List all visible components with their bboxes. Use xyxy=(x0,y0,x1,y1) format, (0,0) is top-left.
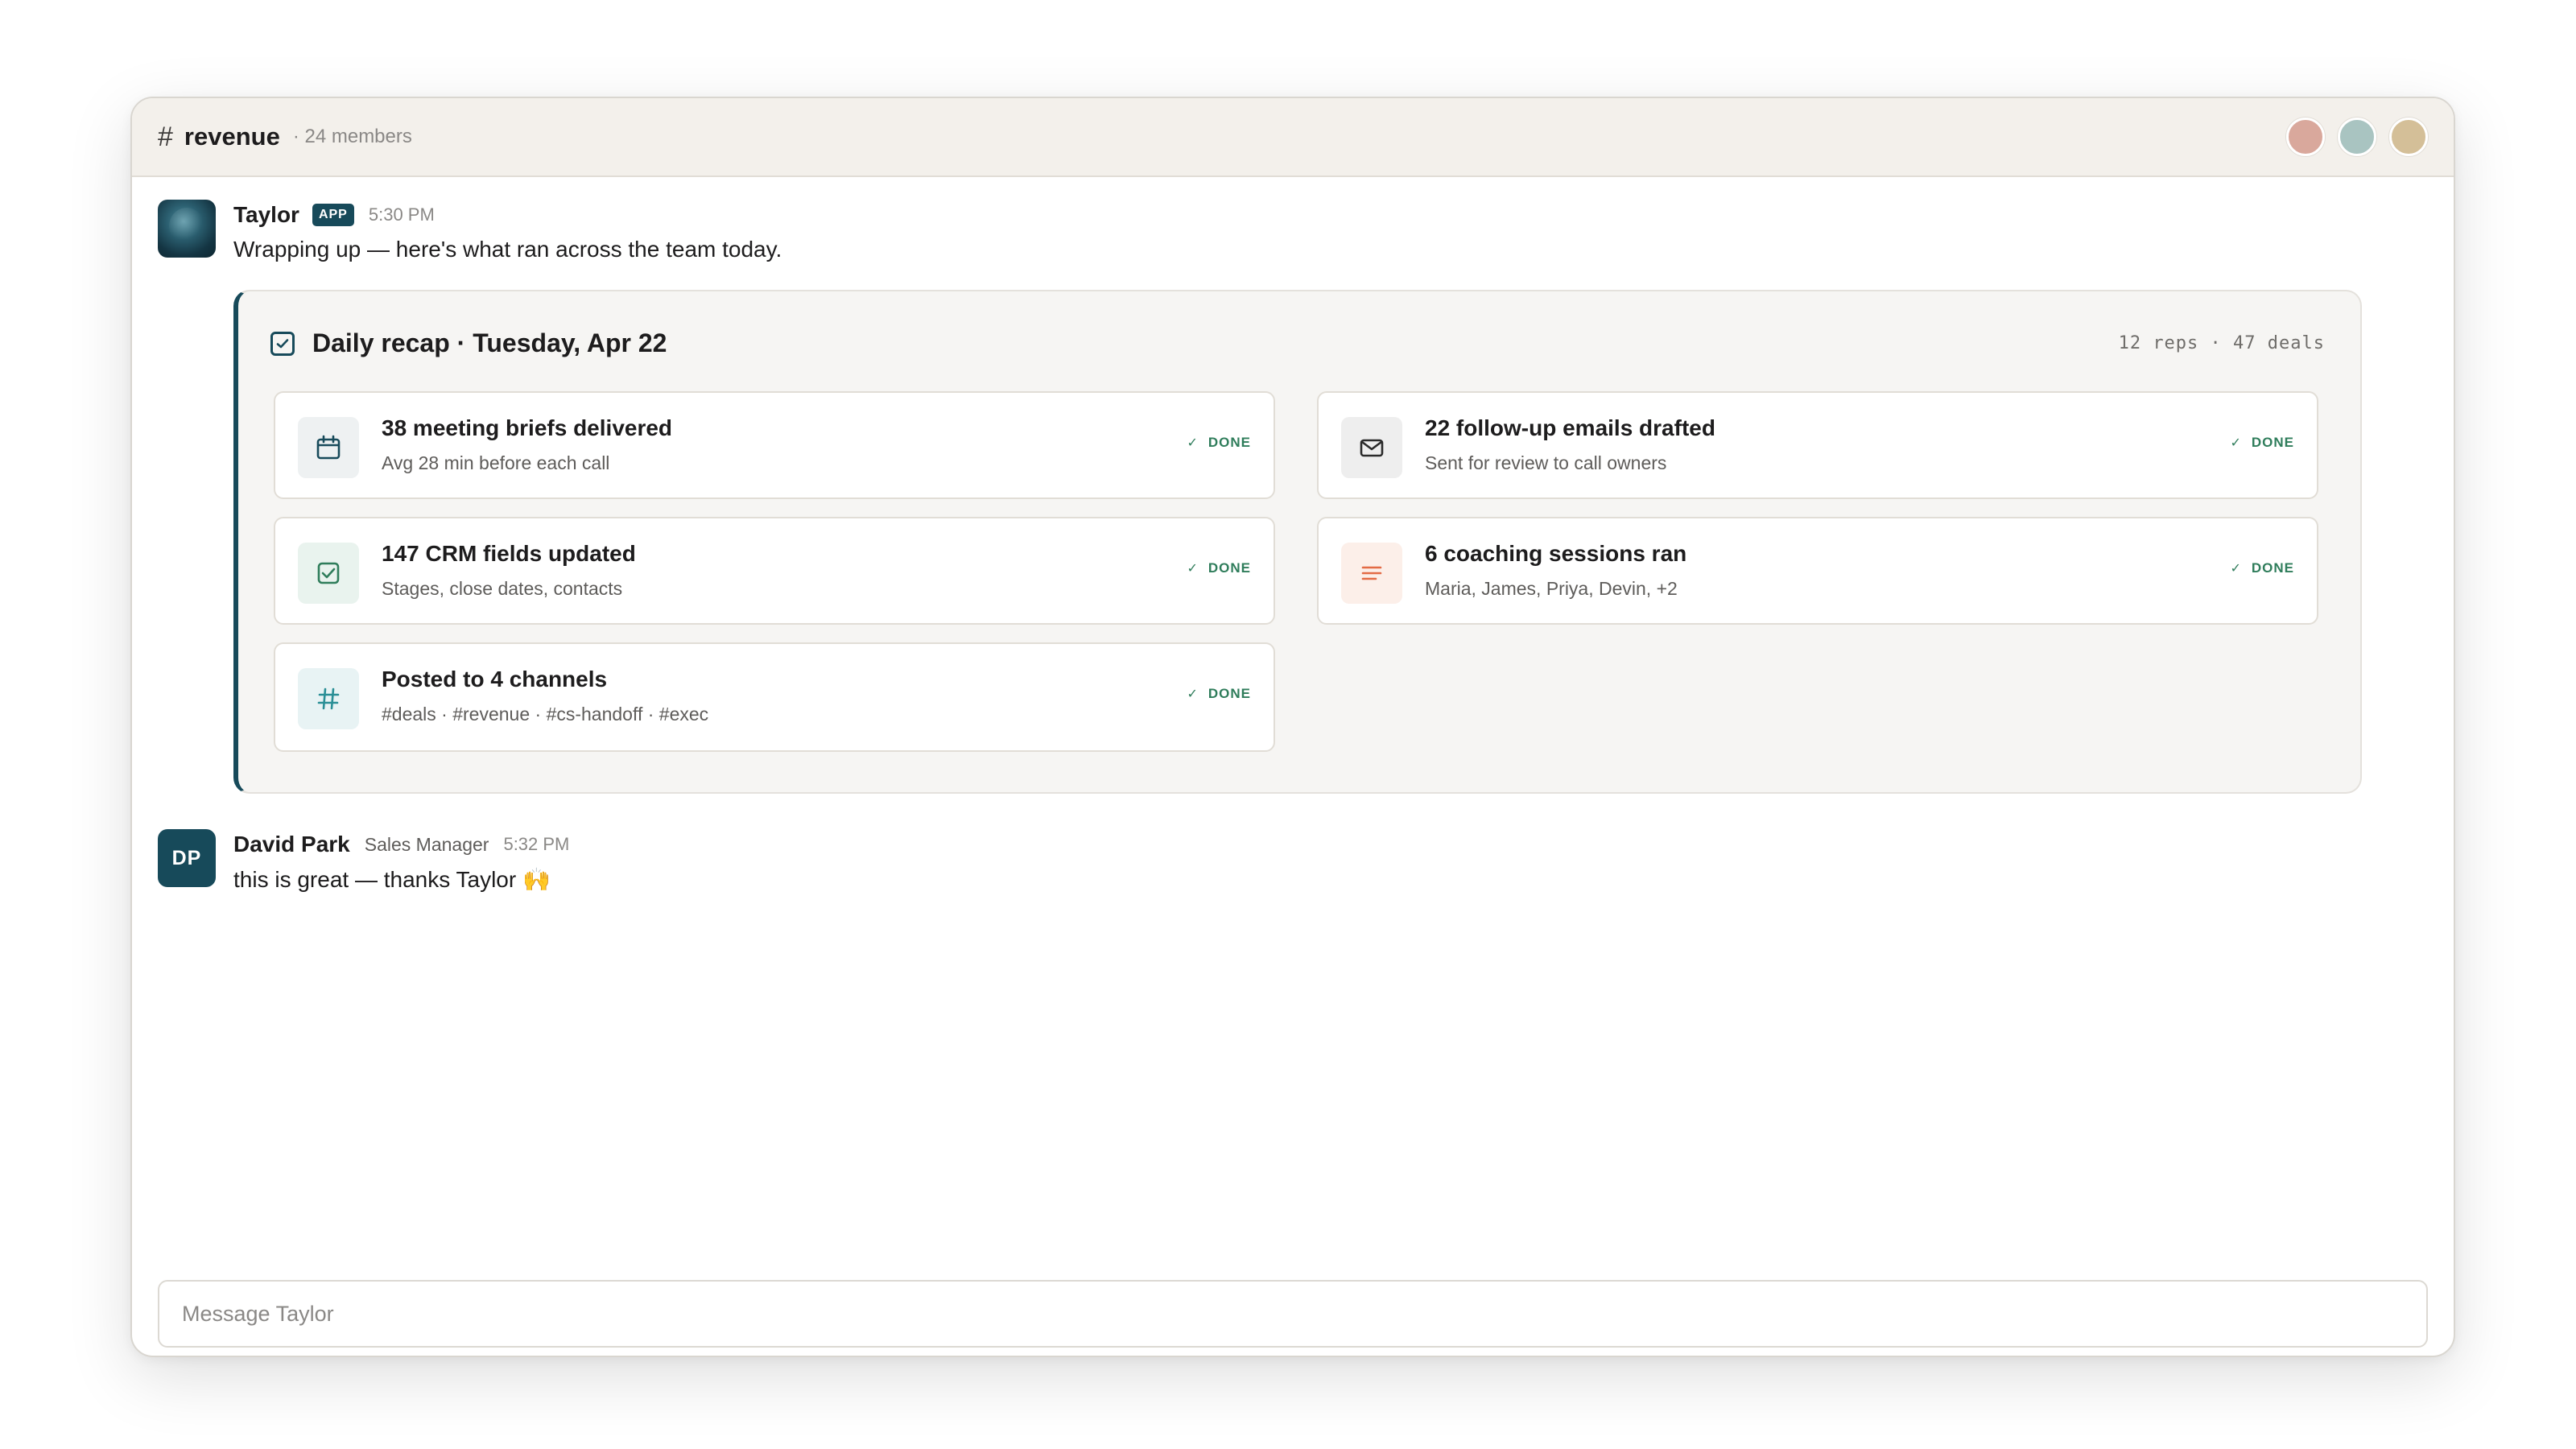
task-subtitle: Avg 28 min before each call xyxy=(382,452,610,473)
hash-icon xyxy=(298,668,359,729)
recap-header: Daily recap · Tuesday, Apr 22 12 reps · … xyxy=(270,328,2325,358)
member-avatar[interactable] xyxy=(2389,118,2428,156)
member-avatars[interactable] xyxy=(2286,118,2428,156)
task-card[interactable]: Posted to 4 channels #deals · #revenue ·… xyxy=(274,642,1275,752)
avatar[interactable] xyxy=(158,200,216,258)
check-icon: ✓ xyxy=(2230,436,2242,450)
task-card[interactable]: 22 follow-up emails drafted Sent for rev… xyxy=(1317,391,2318,499)
message-body: Taylor APP 5:30 PM Wrapping up — here's … xyxy=(233,200,2428,262)
check-icon: ✓ xyxy=(1187,562,1199,576)
status-label: DONE xyxy=(1208,560,1251,576)
checkbox-icon xyxy=(270,331,295,356)
author-name[interactable]: David Park xyxy=(233,832,350,857)
task-title: 38 meeting briefs delivered xyxy=(382,415,673,440)
message-input[interactable] xyxy=(159,1282,2426,1346)
message: Taylor APP 5:30 PM Wrapping up — here's … xyxy=(158,200,2428,811)
list-lines-icon xyxy=(1341,543,1402,604)
status-badge: ✓ DONE xyxy=(1187,686,1251,702)
channel-name[interactable]: revenue xyxy=(184,122,280,151)
task-subtitle: Sent for review to call owners xyxy=(1425,452,1667,473)
check-icon: ✓ xyxy=(2230,562,2242,576)
check-icon: ✓ xyxy=(1187,436,1199,450)
task-subtitle: #deals · #revenue · #cs-handoff · #exec xyxy=(382,704,709,724)
author-name[interactable]: Taylor xyxy=(233,202,299,228)
status-badge: ✓ DONE xyxy=(2230,560,2294,576)
mail-icon xyxy=(1341,417,1402,478)
channel-hash-icon: # xyxy=(158,121,173,152)
task-title: 147 CRM fields updated xyxy=(382,541,636,566)
message-timestamp[interactable]: 5:32 PM xyxy=(503,834,569,855)
author-role: Sales Manager xyxy=(364,833,489,855)
avatar[interactable]: DP xyxy=(158,829,216,887)
task-subtitle: Stages, close dates, contacts xyxy=(382,578,623,599)
task-title: Posted to 4 channels xyxy=(382,667,608,691)
message-composer xyxy=(158,1280,2428,1348)
message-meta: Taylor APP 5:30 PM xyxy=(233,200,2428,230)
message-body: David Park Sales Manager 5:32 PM this is… xyxy=(233,829,2428,893)
member-count[interactable]: · 24 members xyxy=(293,126,412,148)
status-badge: ✓ DONE xyxy=(1187,560,1251,576)
status-label: DONE xyxy=(2251,560,2294,576)
status-label: DONE xyxy=(1208,435,1251,450)
message-text: this is great — thanks Taylor 🙌 xyxy=(233,867,551,892)
message: DP David Park Sales Manager 5:32 PM this… xyxy=(158,829,2428,902)
task-title: 22 follow-up emails drafted xyxy=(1425,415,1715,440)
recap-title: Daily recap · Tuesday, Apr 22 xyxy=(312,328,667,357)
app-badge: APP xyxy=(312,204,354,226)
channel-header: # revenue · 24 members xyxy=(132,98,2454,177)
task-card[interactable]: 38 meeting briefs delivered Avg 28 min b… xyxy=(274,391,1275,499)
calendar-icon xyxy=(298,417,359,478)
message-text: Wrapping up — here's what ran across the… xyxy=(233,237,782,262)
status-badge: ✓ DONE xyxy=(1187,435,1251,451)
member-avatar[interactable] xyxy=(2286,118,2325,156)
message-timestamp[interactable]: 5:30 PM xyxy=(369,204,435,225)
check-icon: ✓ xyxy=(1187,687,1199,701)
message-meta: David Park Sales Manager 5:32 PM xyxy=(233,829,2428,860)
task-subtitle: Maria, James, Priya, Devin, +2 xyxy=(1425,578,1678,599)
status-badge: ✓ DONE xyxy=(2230,435,2294,451)
recap-stats: 12 reps · 47 deals xyxy=(2118,333,2325,353)
checkbox-icon xyxy=(298,543,359,604)
task-card[interactable]: 147 CRM fields updated Stages, close dat… xyxy=(274,517,1275,625)
status-label: DONE xyxy=(1208,686,1251,701)
task-title: 6 coaching sessions ran xyxy=(1425,541,1687,566)
member-avatar[interactable] xyxy=(2338,118,2376,156)
status-label: DONE xyxy=(2251,435,2294,450)
task-card[interactable]: 6 coaching sessions ran Maria, James, Pr… xyxy=(1317,517,2318,625)
daily-recap-card: Daily recap · Tuesday, Apr 22 12 reps · … xyxy=(233,290,2362,794)
chat-window: # revenue · 24 members Taylor APP 5:30 P… xyxy=(130,97,2455,1357)
